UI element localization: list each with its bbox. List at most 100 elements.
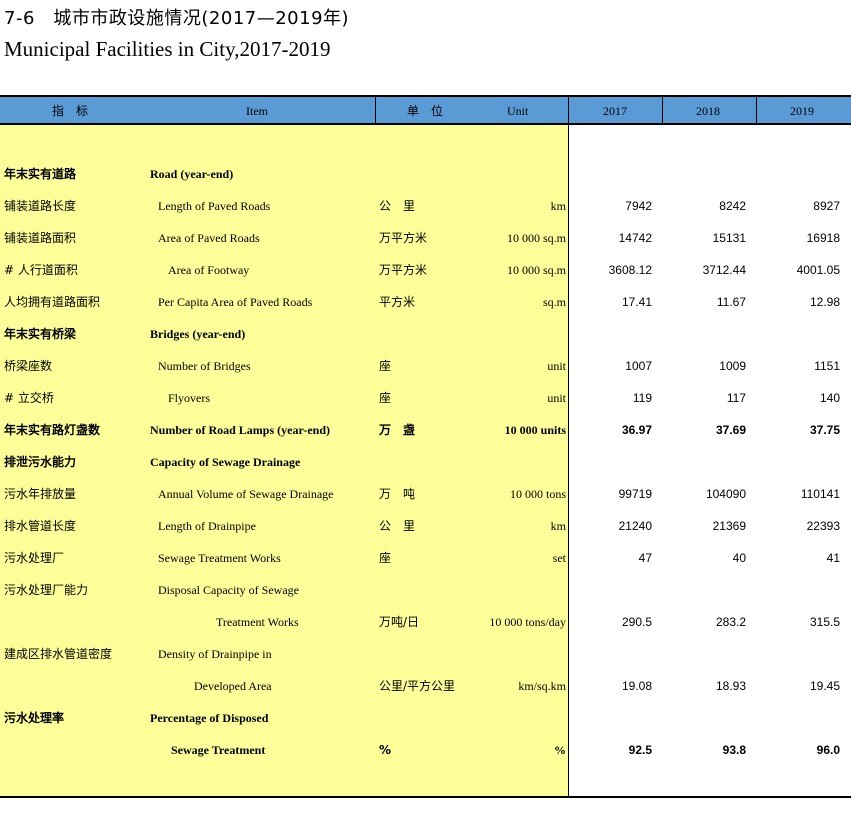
table-row: 污水处理率 Percentage of Disposed (0, 702, 851, 734)
value-2018: 11.67 (716, 295, 746, 309)
table-row: 人均拥有道路面积 Per Capita Area of Paved Roads 平方… (0, 286, 851, 318)
table-row: # 人行道面积 Area of Footway 万平方米 10 000 sq.m 360… (0, 254, 851, 286)
indicator-label-english: Area of Paved Roads (158, 231, 260, 245)
table-row: 排水管道长度 Length of Drainpipe 公 里 km 21240 21369… (0, 510, 851, 542)
indicator-label-english: Sewage Treatment Works (158, 551, 281, 565)
value-2017: 3608.12 (608, 263, 652, 277)
indicator-label-chinese: # 人行道面积 (4, 263, 78, 277)
value-2018: 1009 (719, 359, 746, 373)
indicator-label-chinese: 年末实有路灯盏数 (4, 423, 101, 437)
municipal-facilities-table: 指 标 Item 单 位 Unit 2017 2018 2019 年末实有道路 R… (0, 95, 851, 798)
header-item: Item (246, 104, 268, 118)
indicator-label-chinese: 铺装道路长度 (4, 199, 77, 213)
value-2017: 47 (638, 551, 652, 565)
table-row: 年末实有路灯盏数 Number of Road Lamps (year-end) 万… (0, 414, 851, 446)
value-2018: 93.8 (722, 743, 746, 757)
indicator-label-english: Sewage Treatment (171, 743, 266, 757)
indicator-label-chinese: 建成区排水管道密度 (4, 647, 113, 661)
unit-label-english: 10 000 sq.m (506, 263, 566, 277)
table-row: # 立交桥 Flyovers 座 unit 119 117 140 (0, 382, 851, 414)
value-2019: 19.45 (809, 679, 840, 693)
table-row: Sewage Treatment%% 92.5 93.8 96.0 (0, 734, 851, 766)
table-row: 污水处理厂 Sewage Treatment Works 座 set 47 40 41 (0, 542, 851, 574)
unit-label-chinese: 万 吨 (379, 487, 416, 501)
value-2017: 21240 (618, 519, 652, 533)
header-indicator: 指 标 (52, 104, 89, 118)
header-unit: Unit (507, 104, 529, 118)
indicator-label-chinese: 人均拥有道路面积 (4, 295, 101, 309)
unit-label-chinese: 万 盏 (379, 423, 416, 437)
unit-label-chinese: 座 (379, 551, 392, 565)
table-row: 建成区排水管道密度 Density of Drainpipe in (0, 638, 851, 670)
value-2018: 15131 (712, 231, 746, 245)
value-2018: 18.93 (715, 679, 746, 693)
header-divider (375, 97, 376, 123)
indicator-label-english: Road (year-end) (150, 167, 234, 181)
table-row: 污水年排放量 Annual Volume of Sewage Drainage 万 … (0, 478, 851, 510)
indicator-label-english: Developed Area (194, 679, 272, 693)
value-2017: 17.41 (621, 295, 652, 309)
value-2019: 8927 (813, 199, 840, 213)
header-divider (756, 97, 757, 123)
value-2019: 315.5 (809, 615, 840, 629)
indicator-label-english: Flyovers (168, 391, 210, 405)
header-divider (662, 97, 663, 123)
value-2019: 1151 (814, 359, 840, 373)
unit-label-english: 10 000 tons (509, 487, 566, 501)
indicator-label-english: Treatment Works (216, 615, 299, 629)
unit-label-chinese: 公 里 (379, 199, 416, 213)
value-2018: 37.69 (715, 423, 746, 437)
header-unit-chinese: 单 位 (407, 104, 444, 118)
value-2019: 16918 (806, 231, 840, 245)
indicator-label-english: Length of Paved Roads (158, 199, 271, 213)
unit-label-chinese: % (379, 743, 392, 757)
indicator-label-chinese: 铺装道路面积 (4, 231, 77, 245)
value-2017: 119 (632, 391, 652, 405)
unit-label-chinese: 平方米 (379, 295, 416, 309)
indicator-label-english: Number of Bridges (158, 359, 251, 373)
unit-label-chinese: 座 (379, 391, 392, 405)
indicator-label-english: Per Capita Area of Paved Roads (158, 295, 313, 309)
table-title-chinese: 7-6 城市市政设施情况(2017—2019年) (4, 8, 350, 29)
bottom-rule (0, 796, 851, 798)
indicator-label-chinese: # 立交桥 (4, 391, 54, 405)
indicator-label-chinese: 污水处理率 (4, 711, 65, 725)
unit-label-english: sq.m (542, 295, 566, 309)
table-row: Developed Area 公里/平方公里 km/sq.km 19.08 18.93 1… (0, 670, 851, 702)
value-2017: 19.08 (621, 679, 652, 693)
value-2019: 4001.05 (796, 263, 840, 277)
unit-label-english: unit (547, 359, 566, 373)
value-2019: 140 (819, 391, 840, 405)
indicator-label-chinese: 排水管道长度 (4, 519, 77, 533)
indicator-label-english: Length of Drainpipe (158, 519, 256, 533)
header-year-2019: 2019 (790, 104, 814, 118)
unit-label-english: 10 000 units (504, 423, 566, 437)
indicator-label-chinese: 污水处理厂 (4, 551, 65, 565)
header-year-2017: 2017 (603, 104, 627, 118)
value-2018: 104090 (705, 487, 746, 501)
indicator-label-chinese: 年末实有道路 (4, 167, 77, 181)
unit-label-chinese: 座 (379, 359, 392, 373)
value-2018: 3712.44 (702, 263, 746, 277)
value-2018: 8242 (719, 199, 746, 213)
value-2018: 283.2 (715, 615, 746, 629)
value-2017: 290.5 (621, 615, 652, 629)
unit-label-english: set (552, 551, 566, 565)
value-2018: 21369 (712, 519, 746, 533)
table-header: 指 标 Item 单 位 Unit 2017 2018 2019 (0, 95, 851, 125)
table-row: 年末实有道路 Road (year-end) (0, 158, 851, 190)
unit-label-english: unit (547, 391, 566, 405)
value-2018: 117 (726, 391, 746, 405)
indicator-label-chinese: 年末实有桥梁 (4, 327, 77, 341)
value-2019: 110141 (800, 487, 840, 501)
indicator-label-english: Annual Volume of Sewage Drainage (158, 487, 334, 501)
table-row: 年末实有桥梁 Bridges (year-end) (0, 318, 851, 350)
indicator-label-chinese: 排泄污水能力 (4, 455, 77, 469)
value-2017: 14742 (618, 231, 652, 245)
indicator-label-chinese: 污水处理厂能力 (4, 583, 89, 597)
table-row: 排泄污水能力 Capacity of Sewage Drainage (0, 446, 851, 478)
indicator-label-english: Number of Road Lamps (year-end) (150, 423, 330, 437)
indicator-label-english: Capacity of Sewage Drainage (150, 455, 301, 469)
value-2019: 12.98 (809, 295, 840, 309)
unit-label-chinese: 万吨/日 (379, 615, 420, 629)
